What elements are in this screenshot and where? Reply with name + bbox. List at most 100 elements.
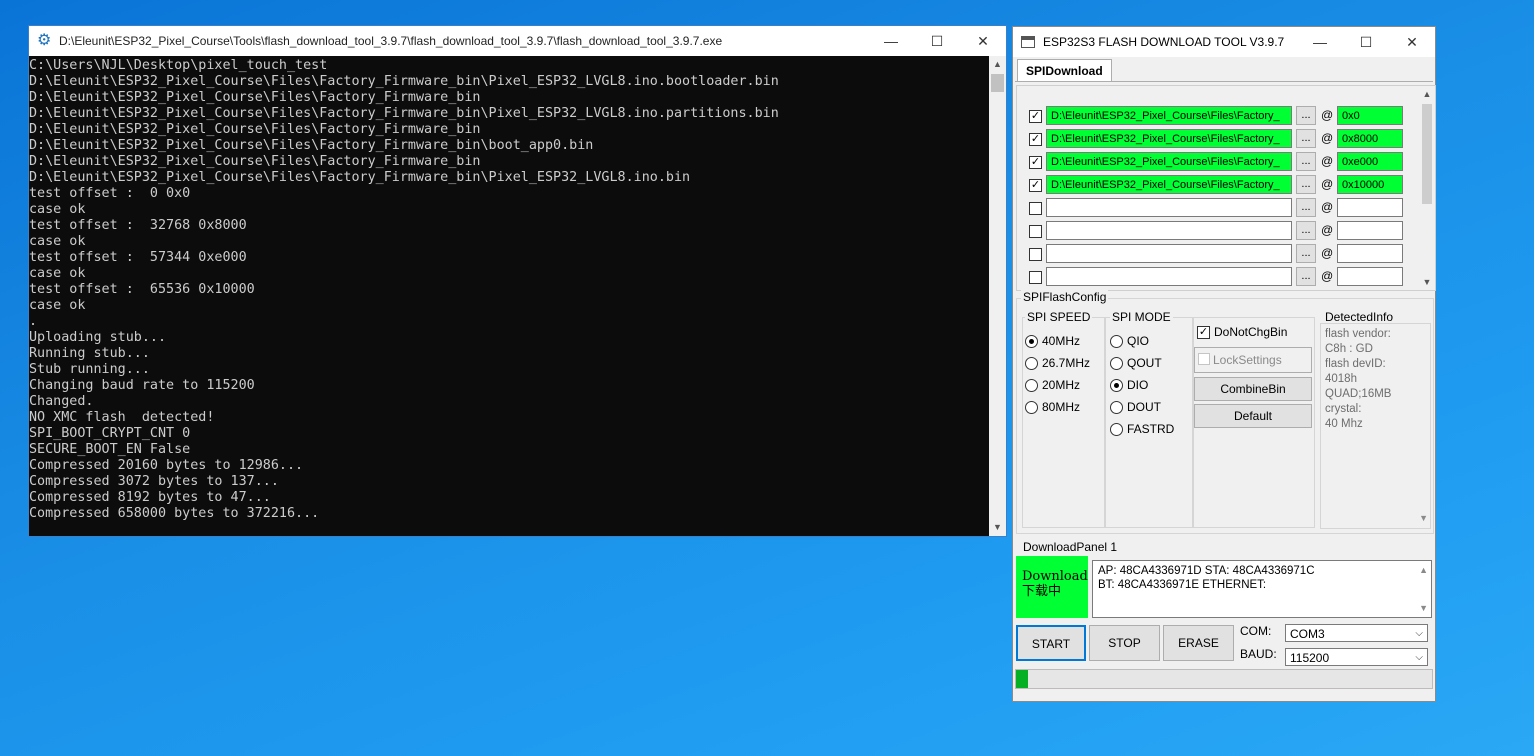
file-path-input[interactable]: D:\Eleunit\ESP32_Pixel_Course\Files\Fact… (1046, 129, 1292, 148)
offset-input[interactable]: 0x10000 (1337, 175, 1403, 194)
browse-button[interactable]: ... (1296, 175, 1316, 194)
offset-input[interactable] (1337, 267, 1403, 286)
spi-mode-option[interactable]: DOUT (1110, 400, 1161, 414)
spi-mode-option[interactable]: DIO (1110, 378, 1148, 392)
file-row: ... @ (1017, 266, 1417, 289)
browse-button[interactable]: ... (1296, 129, 1316, 148)
checkbox-unchecked[interactable] (1029, 225, 1042, 238)
default-button[interactable]: Default (1194, 404, 1312, 428)
chevron-up-icon[interactable]: ▲ (1419, 563, 1428, 577)
console-scrollbar[interactable]: ▲ ▼ (989, 56, 1006, 536)
console-line: D:\Eleunit\ESP32_Pixel_Course\Files\Fact… (29, 90, 481, 105)
locksettings-label: LockSettings (1213, 353, 1282, 367)
close-button[interactable]: ✕ (1389, 27, 1435, 57)
offset-input[interactable] (1337, 221, 1403, 240)
tool-titlebar[interactable]: ESP32S3 FLASH DOWNLOAD TOOL V3.9.7 — ☐ ✕ (1013, 27, 1435, 57)
offset-input[interactable]: 0xe000 (1337, 152, 1403, 171)
console-line: D:\Eleunit\ESP32_Pixel_Course\Files\Fact… (29, 138, 594, 153)
download-status-text: Download (1022, 569, 1088, 584)
checkbox-checked[interactable]: ✓ (1029, 156, 1042, 169)
radio-unselected[interactable] (1025, 356, 1038, 370)
file-path-input[interactable]: D:\Eleunit\ESP32_Pixel_Course\Files\Fact… (1046, 152, 1292, 171)
minimize-button[interactable]: — (868, 26, 914, 56)
maximize-button[interactable]: ☐ (1343, 27, 1389, 57)
scroll-up-icon[interactable]: ▲ (989, 56, 1006, 73)
chevron-down-icon[interactable]: ⌵ (1415, 625, 1423, 643)
at-label: @ (1321, 269, 1334, 283)
checkbox-unchecked[interactable] (1029, 271, 1042, 284)
at-label: @ (1321, 131, 1334, 145)
browse-button[interactable]: ... (1296, 267, 1316, 286)
file-path-input[interactable]: D:\Eleunit\ESP32_Pixel_Course\Files\Fact… (1046, 175, 1292, 194)
close-button[interactable]: ✕ (960, 26, 1006, 56)
radio-unselected[interactable] (1110, 400, 1123, 414)
browse-button[interactable]: ... (1296, 106, 1316, 125)
log-line-bt: BT: 48CA4336971E ETHERNET: (1098, 579, 1267, 591)
spi-speed-option[interactable]: 40MHz (1025, 334, 1080, 348)
spi-speed-option[interactable]: 20MHz (1025, 378, 1080, 392)
spi-mode-option[interactable]: QIO (1110, 334, 1149, 348)
spi-speed-option[interactable]: 26.7MHz (1025, 356, 1090, 370)
radio-unselected[interactable] (1025, 378, 1038, 392)
scroll-thumb[interactable] (991, 74, 1004, 92)
console-titlebar[interactable]: ⚙ D:\Eleunit\ESP32_Pixel_Course\Tools\fl… (29, 26, 1006, 56)
scroll-up-icon[interactable]: ▲ (1419, 86, 1435, 102)
radio-unselected[interactable] (1110, 334, 1123, 348)
chevron-down-icon[interactable]: ⌵ (1415, 649, 1423, 667)
combinebin-button[interactable]: CombineBin (1194, 377, 1312, 401)
radio-unselected[interactable] (1025, 400, 1038, 414)
erase-button[interactable]: ERASE (1163, 625, 1234, 661)
radio-selected[interactable] (1110, 378, 1123, 392)
donotchgbin-checkbox[interactable]: ✓ DoNotChgBin (1197, 325, 1287, 339)
console-line: case ok (29, 266, 86, 281)
browse-button[interactable]: ... (1296, 221, 1316, 240)
spi-speed-title: SPI SPEED (1025, 310, 1093, 324)
file-path-input[interactable] (1046, 244, 1292, 263)
browse-button[interactable]: ... (1296, 152, 1316, 171)
scroll-down-icon[interactable]: ▼ (989, 519, 1006, 536)
spi-mode-option[interactable]: FASTRD (1110, 422, 1174, 436)
radio-selected[interactable] (1025, 334, 1038, 348)
stop-button[interactable]: STOP (1089, 625, 1160, 661)
console-line: SPI_BOOT_CRYPT_CNT 0 (29, 426, 191, 441)
file-path-input[interactable]: D:\Eleunit\ESP32_Pixel_Course\Files\Fact… (1046, 106, 1292, 125)
checkbox-unchecked[interactable] (1198, 353, 1210, 365)
radio-unselected[interactable] (1110, 422, 1123, 436)
file-row: ✓ D:\Eleunit\ESP32_Pixel_Course\Files\Fac… (1017, 174, 1417, 197)
console-line: SECURE_BOOT_EN False (29, 442, 191, 457)
checkbox-checked[interactable]: ✓ (1029, 179, 1042, 192)
console-line: D:\Eleunit\ESP32_Pixel_Course\Files\Fact… (29, 74, 779, 89)
baud-select[interactable]: 115200 ⌵ (1285, 648, 1428, 666)
com-select[interactable]: COM3 ⌵ (1285, 624, 1428, 642)
spi-mode-label: QOUT (1127, 356, 1162, 370)
spi-speed-group (1022, 317, 1105, 528)
scroll-down-icon[interactable]: ▼ (1419, 274, 1435, 290)
maximize-button[interactable]: ☐ (914, 26, 960, 56)
locksettings-checkbox[interactable]: LockSettings (1194, 347, 1312, 373)
file-path-input[interactable] (1046, 267, 1292, 286)
offset-input[interactable] (1337, 198, 1403, 217)
minimize-button[interactable]: — (1297, 27, 1343, 57)
spi-speed-option[interactable]: 80MHz (1025, 400, 1080, 414)
offset-input[interactable] (1337, 244, 1403, 263)
file-path-input[interactable] (1046, 221, 1292, 240)
offset-input[interactable]: 0x8000 (1337, 129, 1403, 148)
offset-input[interactable]: 0x0 (1337, 106, 1403, 125)
tab-spidownload[interactable]: SPIDownload (1017, 59, 1112, 81)
checkbox-unchecked[interactable] (1029, 202, 1042, 215)
browse-button[interactable]: ... (1296, 198, 1316, 217)
file-path-input[interactable] (1046, 198, 1292, 217)
console-line: test offset : 65536 0x10000 (29, 282, 255, 297)
radio-unselected[interactable] (1110, 356, 1123, 370)
browse-button[interactable]: ... (1296, 244, 1316, 263)
chevron-down-icon[interactable]: ▼ (1419, 511, 1428, 526)
checkbox-checked[interactable]: ✓ (1197, 325, 1210, 339)
checkbox-checked[interactable]: ✓ (1029, 133, 1042, 146)
checkbox-checked[interactable]: ✓ (1029, 110, 1042, 123)
start-button[interactable]: START (1016, 625, 1086, 661)
scroll-thumb[interactable] (1422, 104, 1432, 204)
chevron-down-icon[interactable]: ▼ (1419, 601, 1428, 615)
spi-mode-option[interactable]: QOUT (1110, 356, 1162, 370)
checkbox-unchecked[interactable] (1029, 248, 1042, 261)
file-list-scrollbar[interactable]: ▲ ▼ (1419, 86, 1435, 290)
